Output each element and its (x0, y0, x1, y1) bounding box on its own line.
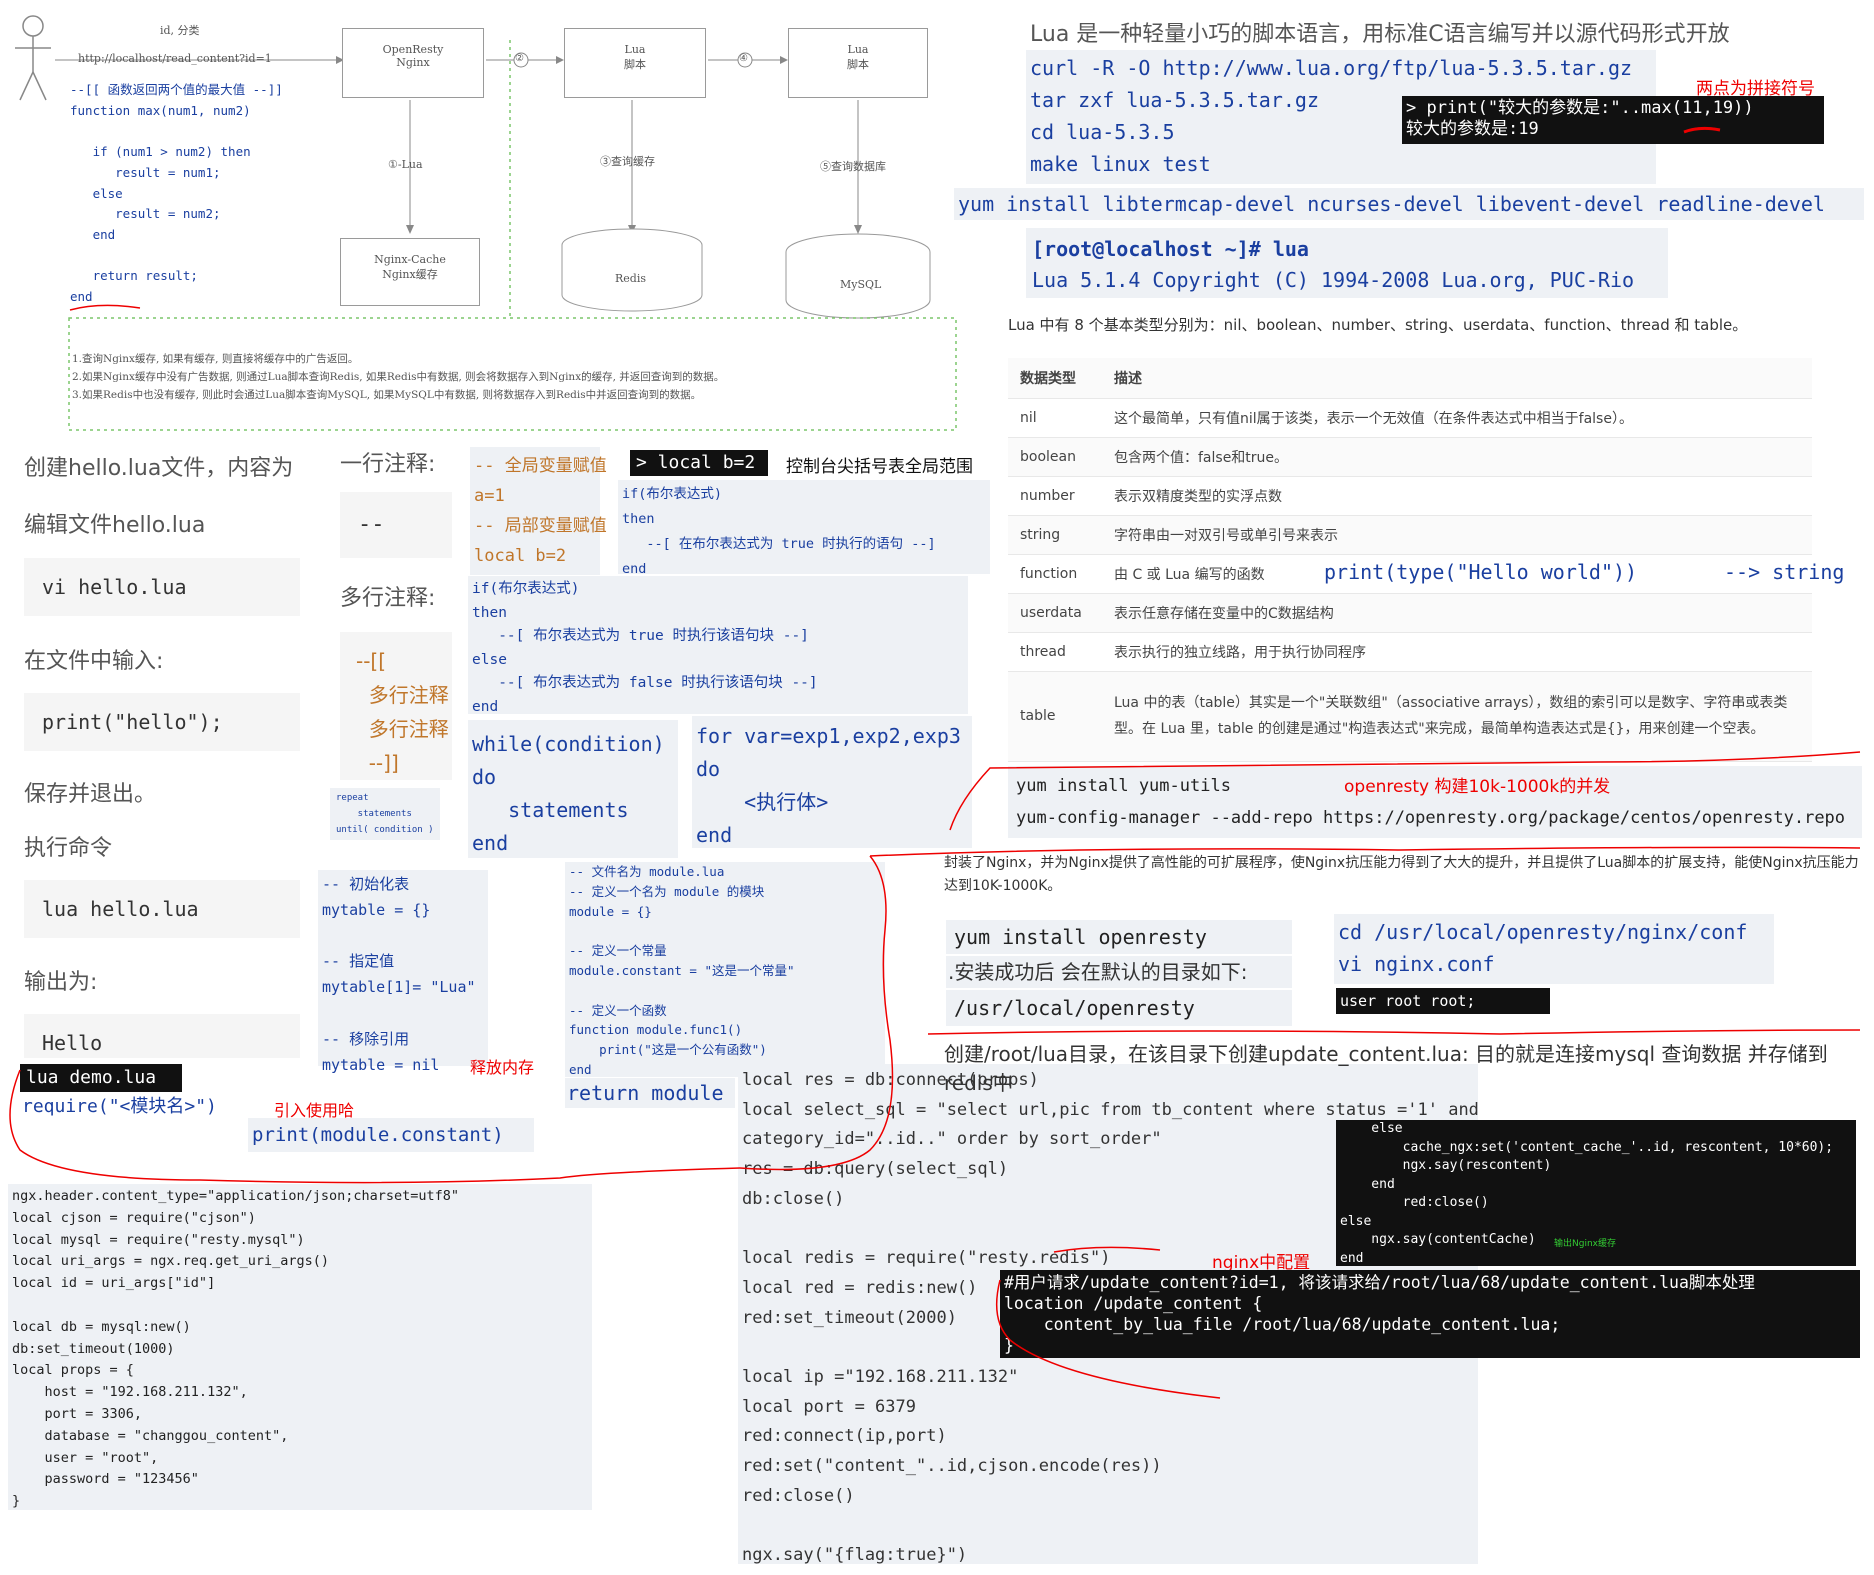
lua-intro-text: Lua 是一种轻量小巧的脚本语言，用标准C语言编写并以源代码形式开放 (1030, 22, 1730, 47)
mysql-label: MySQL (840, 278, 882, 291)
lua-script-box-2: Lua 脚本 (788, 28, 928, 98)
while-loop-code: while(condition) do statements end (468, 720, 678, 858)
console-command: > local b=2 (630, 450, 768, 476)
for-loop-code: for var=exp1,exp2,exp3 do <执行体> end (692, 716, 972, 848)
type-desc: Lua 中的表（table）其实是一个"关联数组"（associative ar… (1102, 671, 1812, 762)
actor-label: id, 分类 (160, 24, 200, 37)
update-content-description: 创建/root/lua目录，在该目录下创建update_content.lua:… (944, 1042, 1828, 1095)
install-cmd-make: make linux test (1030, 152, 1211, 176)
vi-command: vi hello.lua (24, 558, 300, 616)
print-module-constant: print(module.constant) (248, 1118, 534, 1152)
nginx-conf-code: #用户请求/update_content?id=1, 将该请求给/root/lu… (1000, 1270, 1860, 1358)
return-module-code: return module (565, 1078, 735, 1108)
repeat-code: repeat statements until( condition ) (330, 788, 440, 840)
table-header-type: 数据类型 (1008, 358, 1102, 399)
single-comment-label: 一行注释: (340, 452, 436, 477)
types-intro: Lua 中有 8 个基本类型分别为：nil、boolean、number、str… (1008, 316, 1748, 334)
step-2: ② (515, 53, 524, 64)
type-desc-text: 由 C 或 Lua 编写的函数 (1114, 566, 1265, 583)
table-row: nil 这个最简单，只有值nil属于该类，表示一个无效值（在条件表达式中相当于fa… (1008, 398, 1812, 438)
type-desc: 这个最简单，只有值nil属于该类，表示一个无效值（在条件表达式中相当于false… (1102, 398, 1812, 438)
concat-code: > print("较大的参数是:"..max(11,19)) 较大的参数是:19 (1402, 96, 1824, 144)
step-5-query-db: ⑤查询数据库 (820, 160, 886, 173)
cache-note: 输出Nginx缓存 (1554, 1239, 1616, 1249)
install-dir-note: .安装成功后 会在默认的目录如下: (946, 956, 1292, 988)
type-example-code: print(type("Hello world")) (1324, 560, 1638, 584)
type-desc: 表示执行的独立线路，用于执行协同程序 (1102, 632, 1812, 672)
type-name: nil (1008, 398, 1102, 438)
step-1-lua: ①-Lua (388, 158, 423, 171)
type-name: userdata (1008, 593, 1102, 633)
save-exit-text: 保存并退出。 (24, 782, 157, 807)
type-example-result: --> string (1724, 560, 1845, 584)
install-cmd-curl: curl -R -O http://www.lua.org/ftp/lua-5.… (1030, 56, 1633, 80)
input-in-file-text: 在文件中输入: (24, 649, 164, 674)
add-repo-command: yum-config-manager --add-repo https://op… (1016, 808, 1846, 828)
console-note: 控制台尖括号表全局范围 (786, 457, 973, 477)
table-header-desc: 描述 (1102, 358, 1812, 399)
demo-file-cmd: lua demo.lua (20, 1064, 182, 1092)
multi-comment-code: --[[ 多行注释 多行注释 --]] (340, 632, 452, 780)
hello-output: Hello (24, 1014, 300, 1058)
install-dir-path: /usr/local/openresty (946, 990, 1292, 1026)
var-assign-code: -- 全局变量赋值 a=1 -- 局部变量赋值 local b=2 (470, 447, 607, 575)
type-desc: 表示任意存储在变量中的C数据结构 (1102, 593, 1812, 633)
table-row: boolean 包含两个值：false和true。 (1008, 437, 1812, 477)
yum-deps-command: yum install libtermcap-devel ncurses-dev… (954, 188, 1864, 220)
single-comment-syntax: -- (340, 492, 452, 558)
table-row: thread 表示执行的独立线路，用于执行协同程序 (1008, 632, 1812, 672)
print-hello-code: print("hello"); (24, 693, 300, 751)
free-memory-note: 释放内存 (470, 1058, 535, 1077)
url-label: http://localhost/read_content?id=1 (78, 52, 272, 65)
openresty-box: OpenResty Nginx (342, 28, 484, 98)
output-is-text: 输出为: (24, 970, 98, 995)
table-row: number 表示双精度类型的实浮点数 (1008, 476, 1812, 516)
if-else-code: if(布尔表达式) then --[ 布尔表达式为 true 时执行该语句块 -… (468, 576, 968, 715)
nginx-cache-box: Nginx-Cache Nginx缓存 (340, 238, 480, 306)
step-4: ④ (739, 53, 748, 64)
step-3-query-cache: ③查询缓存 (600, 155, 655, 168)
cd-conf-command: cd /usr/local/openresty/nginx/conf (1338, 920, 1748, 944)
type-name: number (1008, 476, 1102, 516)
flow-notes: 1.查询Nginx缓存, 如果有缓存, 则直接将缓存中的广告返回。 2.如果Ng… (72, 353, 725, 401)
table-header-row: 数据类型 描述 (1008, 358, 1812, 399)
lua-hello-command: lua hello.lua (24, 880, 300, 938)
type-name: table (1008, 671, 1102, 762)
table-row: userdata 表示任意存储在变量中的C数据结构 (1008, 593, 1812, 633)
type-name: thread (1008, 632, 1102, 672)
if-then-code: if(布尔表达式) then --[ 在布尔表达式为 true 时执行的语句 -… (618, 480, 990, 577)
openresty-description: 封装了Nginx，并为Nginx提供了高性能的可扩展程序，使Nginx抗压能力得… (944, 855, 1859, 894)
yum-openresty-command: yum install openresty (946, 920, 1292, 954)
table-row: string 字符串由一对双引号或单引号来表示 (1008, 515, 1812, 555)
lua-version: Lua 5.1.4 Copyright (C) 1994-2008 Lua.or… (1032, 268, 1635, 292)
table-code: -- 初始化表 mytable = {} -- 指定值 mytable[1]= … (318, 870, 488, 1074)
create-file-text: 创建hello.lua文件，内容为 (24, 456, 294, 481)
nginx-conf-commands: cd /usr/local/openresty/nginx/conf vi ng… (1334, 914, 1774, 984)
table-row: table Lua 中的表（table）其实是一个"关联数组"（associati… (1008, 671, 1812, 762)
multi-comment-label: 多行注释: (340, 586, 436, 611)
exec-cmd-text: 执行命令 (24, 836, 113, 861)
type-name: string (1008, 515, 1102, 555)
openresty-note: openresty 构建10k-1000k的并发 (1344, 777, 1611, 797)
type-desc: 表示双精度类型的实浮点数 (1102, 476, 1812, 516)
type-desc: 包含两个值：false和true。 (1102, 437, 1812, 477)
vi-conf-command: vi nginx.conf (1338, 952, 1495, 976)
type-name: function (1008, 554, 1102, 594)
redis-label: Redis (615, 272, 646, 285)
require-code: require("<模块名>") (22, 1096, 217, 1117)
lua-script-box: Lua 脚本 (564, 28, 706, 98)
nginx-lua-code: ngx.header.content_type="application/jso… (8, 1184, 592, 1510)
edit-file-text: 编辑文件hello.lua (24, 513, 206, 538)
module-code: -- 文件名为 module.lua -- 定义一个名为 module 的模块 … (565, 862, 885, 1077)
type-desc: 字符串由一对双引号或单引号来表示 (1102, 515, 1812, 555)
max-function-code: --[[ 函数返回两个值的最大值 --]] function max(num1,… (70, 82, 283, 305)
lua-prompt: [root@localhost ~]# lua (1032, 237, 1309, 261)
user-root-config: user root root; (1336, 988, 1550, 1014)
lua-console: [root@localhost ~]# lua Lua 5.1.4 Copyri… (1026, 228, 1668, 298)
type-name: boolean (1008, 437, 1102, 477)
